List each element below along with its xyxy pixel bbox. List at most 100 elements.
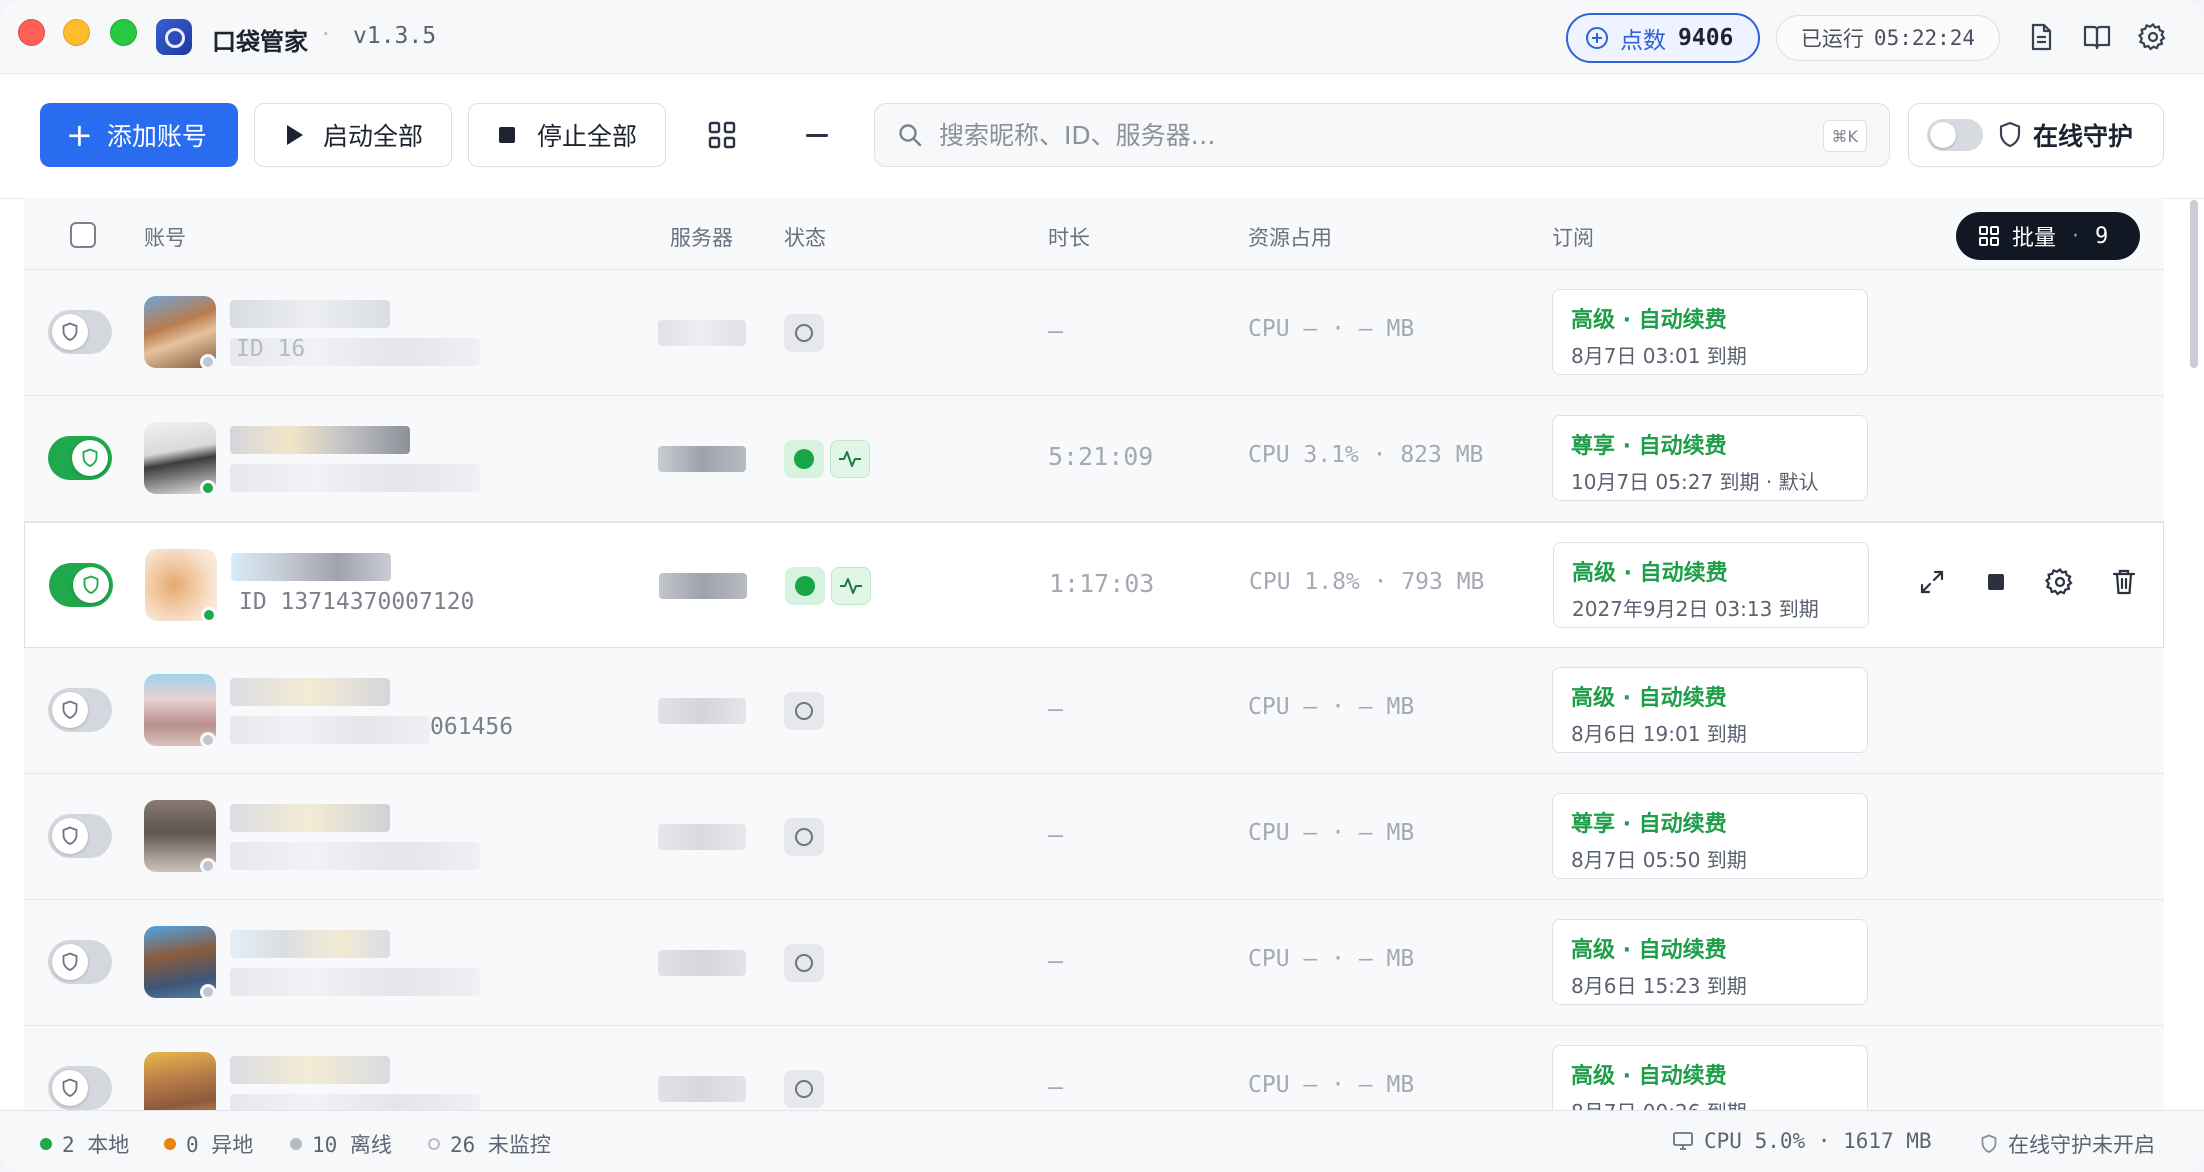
presence-dot — [201, 607, 217, 623]
avatar — [144, 1052, 216, 1110]
account-id: ID 13714370007120 — [239, 589, 475, 615]
row-guard-toggle[interactable] — [49, 563, 113, 607]
row-guard-toggle[interactable] — [48, 814, 112, 858]
row-guard-toggle[interactable] — [48, 436, 112, 480]
column-status[interactable]: 状态 — [784, 222, 826, 252]
duration: — — [1048, 946, 1064, 975]
monitor-icon — [1673, 1132, 1693, 1150]
account-id: 061456 — [430, 714, 514, 740]
table-row[interactable]: 061456 — CPU — · — MB 高级 · 自动续费 8月6日 19:… — [24, 648, 2164, 774]
system-usage-text: CPU 5.0% · 1617 MB — [1704, 1129, 1932, 1153]
subscription-expiry: 8月6日 19:01 到期 — [1571, 722, 1747, 746]
subscription-card[interactable]: 高级 · 自动续费 8月6日 15:23 到期 — [1552, 919, 1868, 1005]
stop-icon[interactable] — [1979, 565, 2013, 599]
select-all-checkbox[interactable] — [70, 222, 96, 248]
app-logo-icon — [156, 19, 192, 55]
duration: — — [1048, 316, 1064, 345]
account-name-redacted — [230, 678, 390, 706]
account-name-redacted — [230, 930, 390, 958]
subscription-card[interactable]: 高级 · 自动续费 2027年9月2日 03:13 到期 — [1553, 542, 1869, 628]
subscription-card[interactable]: 高级 · 自动续费 8月7日 00:26 到期 — [1552, 1045, 1868, 1110]
table-row[interactable]: — CPU — · — MB 高级 · 自动续费 8月7日 00:26 到期 — [24, 1026, 2164, 1110]
subscription-title: 高级 · 自动续费 — [1571, 686, 1727, 711]
app-name: 口袋管家 — [212, 28, 308, 56]
status-idle-icon — [784, 1070, 824, 1108]
subscription-card[interactable]: 高级 · 自动续费 8月6日 19:01 到期 — [1552, 667, 1868, 753]
zoom-window-button[interactable] — [110, 19, 137, 46]
batch-button[interactable]: 批量 · 9 — [1956, 212, 2140, 260]
points-label: 点数 — [1620, 28, 1666, 54]
shield-icon — [82, 448, 98, 467]
row-guard-toggle[interactable] — [48, 688, 112, 732]
row-guard-toggle[interactable] — [48, 940, 112, 984]
subscription-card[interactable]: 尊享 · 自动续费 8月7日 05:50 到期 — [1552, 793, 1868, 879]
document-icon[interactable] — [2026, 22, 2056, 52]
table-header: 账号 服务器 状态 时长 资源占用 订阅 批量 · 9 — [24, 198, 2164, 270]
subscription-expiry: 10月7日 05:27 到期 · 默认 — [1571, 470, 1819, 494]
table-scrollbar[interactable] — [2190, 200, 2198, 368]
table-row[interactable]: — CPU — · — MB 高级 · 自动续费 8月6日 15:23 到期 — [24, 900, 2164, 1026]
server-redacted — [658, 698, 746, 724]
subscription-card[interactable]: 高级 · 自动续费 8月7日 03:01 到期 — [1552, 289, 1868, 375]
table-row[interactable]: — CPU — · — MB 尊享 · 自动续费 8月7日 05:50 到期 — [24, 774, 2164, 900]
minimize-window-button[interactable] — [63, 19, 90, 46]
subscription-expiry: 8月7日 05:50 到期 — [1571, 848, 1747, 872]
server-redacted — [659, 573, 747, 599]
stop-all-label: 停止全部 — [537, 122, 638, 151]
column-duration[interactable]: 时长 — [1048, 222, 1090, 252]
book-icon[interactable] — [2082, 22, 2112, 52]
uptime-badge: 已运行 05:22:24 — [1776, 15, 2000, 61]
resource-usage: CPU — · — MB — [1248, 694, 1415, 720]
search-input[interactable] — [939, 120, 1739, 150]
expand-icon[interactable] — [1915, 565, 1949, 599]
plus-icon: + — [66, 116, 93, 154]
local-count-text: 2 本地 — [62, 1133, 130, 1157]
shield-icon — [62, 1078, 78, 1097]
column-server[interactable]: 服务器 — [670, 222, 733, 252]
batch-count: 9 — [2095, 223, 2109, 249]
table-row-selected[interactable]: ID 13714370007120 1:17:03 CPU 1.8% · 793… — [24, 522, 2164, 648]
row-guard-toggle[interactable] — [48, 1066, 112, 1110]
close-window-button[interactable] — [18, 19, 45, 46]
system-usage: CPU 5.0% · 1617 MB — [1672, 1129, 1932, 1153]
row-actions — [1915, 565, 2141, 599]
accounts-table: 账号 服务器 状态 时长 资源占用 订阅 批量 · 9 ID 16 — CPU … — [24, 198, 2164, 1110]
account-id-redacted — [230, 716, 430, 744]
row-guard-toggle[interactable] — [48, 310, 112, 354]
settings-icon[interactable] — [2138, 22, 2168, 52]
account-name-redacted — [230, 426, 410, 454]
settings-icon[interactable] — [2043, 565, 2077, 599]
stop-all-button[interactable]: 停止全部 — [468, 103, 666, 167]
online-guard-control[interactable]: 在线守护 — [1908, 103, 2164, 167]
search-shortcut: ⌘K — [1822, 120, 1867, 152]
server-redacted — [658, 1076, 746, 1102]
table-row[interactable]: 5:21:09 CPU 3.1% · 823 MB 尊享 · 自动续费 10月7… — [24, 396, 2164, 522]
online-guard-toggle[interactable] — [1927, 119, 1983, 151]
shield-icon — [62, 826, 78, 845]
play-icon — [287, 125, 303, 145]
trash-icon[interactable] — [2107, 565, 2141, 599]
remote-dot-icon — [164, 1138, 176, 1150]
unmonitored-count-text: 26 未监控 — [450, 1133, 551, 1157]
status-idle-icon — [784, 314, 824, 352]
pulse-icon[interactable] — [831, 567, 871, 605]
table-row[interactable]: ID 16 — CPU — · — MB 高级 · 自动续费 8月7日 03:0… — [24, 270, 2164, 396]
points-button[interactable]: 点数 9406 — [1566, 13, 1760, 63]
subscription-card[interactable]: 尊享 · 自动续费 10月7日 05:27 到期 · 默认 — [1552, 415, 1868, 501]
uptime-value: 05:22:24 — [1873, 26, 1976, 50]
search-box[interactable]: ⌘K — [874, 103, 1890, 167]
account-name-redacted — [230, 300, 390, 328]
collapse-button[interactable] — [806, 134, 828, 137]
start-all-button[interactable]: 启动全部 — [254, 103, 452, 167]
add-account-button[interactable]: + 添加账号 — [40, 103, 238, 167]
presence-dot — [200, 354, 216, 370]
pulse-icon[interactable] — [830, 440, 870, 478]
batch-separator: · — [2072, 223, 2080, 249]
account-id-redacted — [230, 464, 480, 492]
presence-dot — [200, 480, 216, 496]
column-subscription[interactable]: 订阅 — [1552, 222, 1594, 252]
column-resource[interactable]: 资源占用 — [1248, 222, 1332, 252]
subscription-title: 尊享 · 自动续费 — [1571, 434, 1727, 459]
column-account[interactable]: 账号 — [144, 222, 186, 252]
grid-view-icon[interactable] — [706, 119, 738, 151]
